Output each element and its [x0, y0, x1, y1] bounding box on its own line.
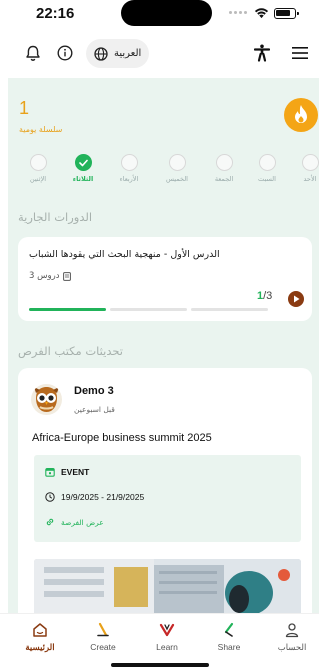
- opportunity-type: EVENT: [45, 467, 89, 477]
- bell-icon[interactable]: [22, 42, 44, 64]
- clock-icon: [45, 492, 55, 502]
- opportunity-image: [34, 559, 301, 613]
- opportunities-section-title: تحديثات مكتب الفرص: [18, 344, 124, 358]
- language-switcher[interactable]: العربية: [86, 39, 150, 68]
- view-opportunity-link[interactable]: عرض الفرصة: [45, 517, 104, 527]
- day-wednesday: الأربعاء: [118, 154, 140, 183]
- day-friday: الجمعة: [213, 154, 235, 183]
- home-icon: [30, 620, 50, 640]
- opportunity-dates: 19/9/2025 - 21/9/2025: [45, 492, 144, 502]
- flame-icon: [284, 98, 318, 132]
- play-icon: [293, 295, 299, 303]
- calendar-icon: [45, 468, 55, 477]
- link-icon: [46, 518, 54, 526]
- status-time: 22:16: [36, 5, 75, 22]
- course-lessons: 3 دروس: [29, 271, 71, 281]
- play-button[interactable]: [288, 291, 304, 307]
- course-progress-text: 1/3: [257, 290, 273, 302]
- share-icon: [219, 620, 239, 640]
- progress-segment-3: [191, 308, 268, 311]
- user-icon: [282, 620, 302, 640]
- check-icon: [74, 154, 92, 171]
- wifi-icon: [254, 8, 269, 19]
- avatar: [31, 384, 62, 415]
- signal-icon: [229, 11, 247, 14]
- home-indicator: [111, 663, 209, 667]
- streak-week: الأحد السبت الجمعة الخميس الأربعاء الثلا…: [20, 154, 319, 184]
- course-card[interactable]: الدرس الأول - منهجية البحث التي يقودها ا…: [18, 237, 312, 321]
- nav-home[interactable]: الرئيسية: [10, 620, 70, 653]
- day-tuesday: الثلاثاء: [72, 154, 94, 183]
- day-saturday: السبت: [256, 154, 278, 183]
- menu-icon[interactable]: [289, 42, 311, 64]
- nav-create[interactable]: Create: [73, 620, 133, 652]
- nav-learn[interactable]: Learn: [137, 620, 197, 652]
- create-icon: [93, 620, 113, 640]
- nav-share-label: Share: [217, 642, 241, 652]
- poster-name: Demo 3: [74, 385, 114, 397]
- nav-account[interactable]: الحساب: [262, 620, 320, 653]
- day-thursday: الخميس: [166, 154, 188, 183]
- nav-home-label: الرئيسية: [25, 642, 55, 652]
- streak-label: سلسلة يومية: [19, 125, 63, 134]
- nav-share[interactable]: Share: [199, 620, 259, 652]
- dynamic-island: [121, 0, 212, 26]
- day-monday: الإثنين: [27, 154, 49, 183]
- progress-segment-1: [29, 308, 106, 311]
- opportunity-card[interactable]: Demo 3 قبل اسبوعين Africa-Europe busines…: [18, 368, 312, 613]
- opportunity-details: EVENT 19/9/2025 - 21/9/2025 عرض الفرصة: [34, 455, 301, 542]
- nav-learn-label: Learn: [156, 642, 178, 652]
- nav-create-label: Create: [90, 642, 116, 652]
- top-toolbar: العربية: [0, 36, 319, 72]
- globe-icon: [94, 46, 108, 61]
- learn-icon: [157, 620, 177, 640]
- document-icon: [62, 271, 71, 281]
- posted-time: قبل اسبوعين: [74, 405, 115, 414]
- language-label: العربية: [114, 48, 142, 59]
- accessibility-icon[interactable]: [251, 42, 273, 64]
- day-sunday: الأحد: [299, 154, 319, 183]
- streak-count: 1: [19, 98, 30, 118]
- bottom-navigation: الرئيسية Create Learn Share الحساب: [0, 613, 319, 669]
- streak-card: 1 سلسلة يومية الأحد السبت الجمعة الخميس …: [8, 78, 319, 184]
- home-content: 1 سلسلة يومية الأحد السبت الجمعة الخميس …: [8, 78, 319, 613]
- nav-account-label: الحساب: [277, 642, 307, 652]
- course-title: الدرس الأول - منهجية البحث التي يقودها ا…: [29, 249, 220, 260]
- courses-section-title: الدورات الجارية: [18, 210, 93, 224]
- progress-segment-2: [110, 308, 187, 311]
- status-bar: 22:16: [0, 0, 319, 30]
- opportunity-title: Africa-Europe business summit 2025: [32, 432, 212, 444]
- battery-icon: [274, 8, 299, 19]
- info-icon[interactable]: [54, 42, 76, 64]
